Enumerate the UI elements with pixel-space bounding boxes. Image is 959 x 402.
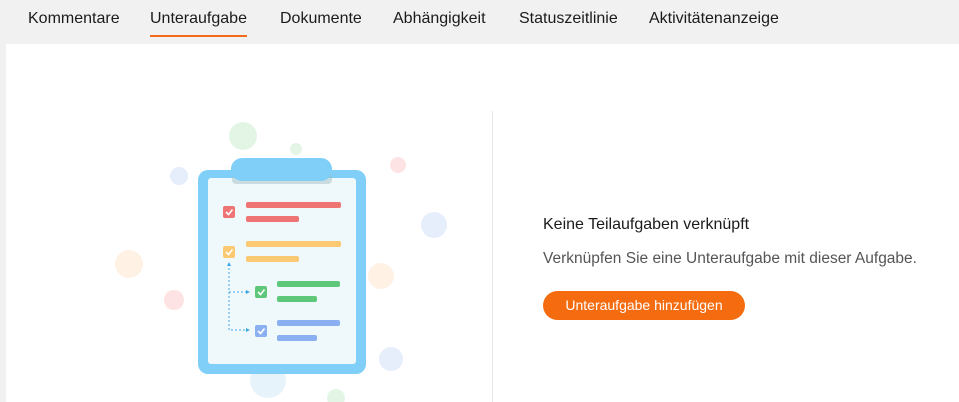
- empty-state-description: Verknüpfen Sie eine Unteraufgabe mit die…: [543, 250, 917, 267]
- tab-bar: Kommentare Unteraufgabe Dokumente Abhäng…: [0, 0, 959, 44]
- clipboard-checklist-illustration: [115, 122, 447, 402]
- subtask-panel: Keine Teilaufgaben verknüpft Verknüpfen …: [6, 44, 959, 402]
- checkbox-icon: [223, 206, 235, 218]
- empty-state-title: Keine Teilaufgaben verknüpft: [543, 216, 750, 233]
- tab-abhaengigkeit[interactable]: Abhängigkeit: [393, 9, 486, 35]
- vertical-divider: [492, 111, 493, 402]
- checkbox-icon: [255, 286, 267, 298]
- add-subtask-button[interactable]: Unteraufgabe hinzufügen: [543, 291, 745, 320]
- clipboard-icon: [198, 158, 366, 374]
- tab-kommentare[interactable]: Kommentare: [28, 9, 120, 35]
- checkbox-icon: [255, 325, 267, 337]
- tab-statuszeitlinie[interactable]: Statuszeitlinie: [519, 9, 618, 35]
- tab-dokumente[interactable]: Dokumente: [280, 9, 362, 35]
- tab-unteraufgabe[interactable]: Unteraufgabe: [150, 9, 247, 37]
- checkbox-icon: [223, 246, 235, 258]
- tab-aktivitaetenanzeige[interactable]: Aktivitätenanzeige: [649, 9, 779, 35]
